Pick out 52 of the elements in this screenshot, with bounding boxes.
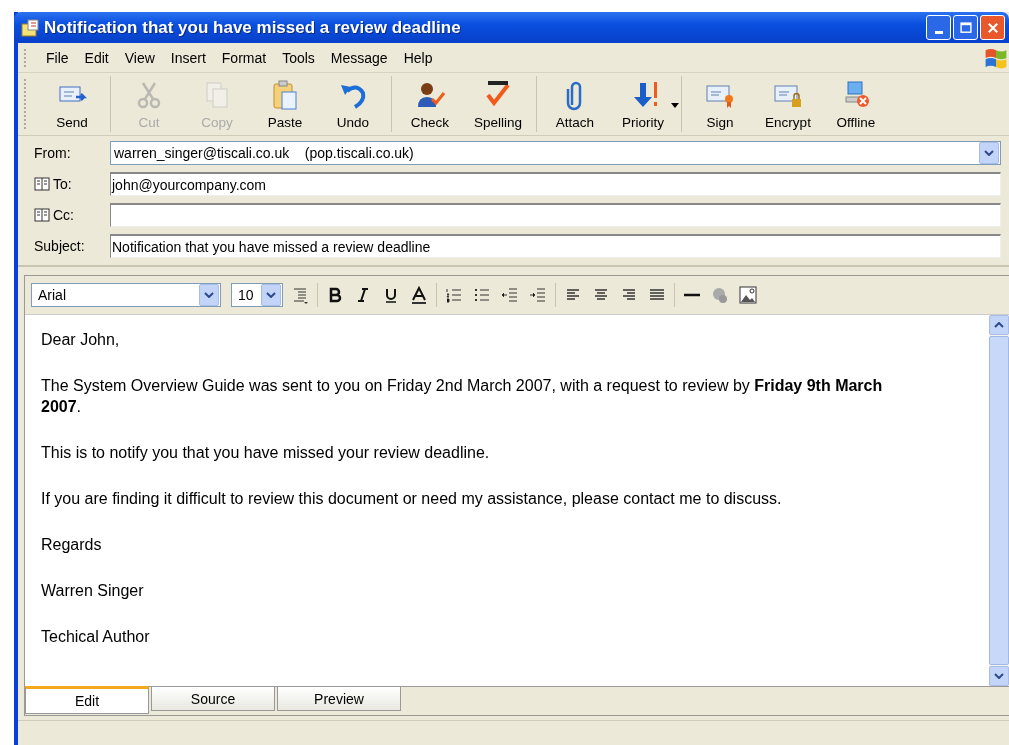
minimize-button[interactable] (926, 15, 951, 40)
spelling-button[interactable]: Spelling (464, 73, 532, 136)
body-paragraph: The System Overview Guide was sent to you on Friday 2nd March 2007, with a request to review by Friday 9th March 2007. (41, 376, 884, 418)
view-tab[interactable]: Source (151, 687, 275, 712)
paste-button[interactable]: Paste (251, 73, 319, 136)
view-tab[interactable]: Preview (277, 687, 401, 712)
offline-button[interactable]: Offline (822, 73, 890, 136)
menu-item[interactable]: Help (395, 49, 441, 66)
address-book-icon (34, 177, 50, 192)
maximize-icon (958, 20, 973, 35)
body-paragraph: If you are finding it difficult to review this document or need my assistance, please contact me to discuss. (41, 489, 783, 510)
scroll-up-button[interactable] (989, 315, 1009, 336)
menu-item[interactable]: Insert (162, 49, 214, 66)
window-title: Notification that you have missed a review deadline (44, 17, 462, 38)
check-button[interactable]: Check (396, 73, 464, 136)
menu-item[interactable]: Edit (76, 49, 117, 66)
body-paragraph: This is to notify you that you have missed your review deadline. (41, 443, 491, 464)
close-button[interactable] (980, 15, 1005, 40)
font-dropdown[interactable]: Arial (31, 283, 221, 308)
scroll-down-button[interactable] (989, 666, 1009, 687)
subject-field[interactable]: Notification that you have missed a review deadline (110, 234, 1001, 259)
encrypt-button[interactable]: Encrypt (754, 73, 822, 136)
attach-button[interactable]: Attach (541, 73, 609, 136)
menu-item[interactable]: File (38, 49, 77, 66)
field-label: Cc: (53, 207, 74, 224)
body-paragraph: Dear John, (41, 330, 121, 351)
caret-up-icon (994, 322, 1004, 329)
field-label: From: (34, 145, 71, 162)
menu-item[interactable]: Tools (274, 49, 323, 66)
body-paragraph: Regards (41, 535, 103, 556)
send-button[interactable]: Send (38, 73, 106, 136)
undo-button[interactable]: Undo (319, 73, 387, 136)
caret-down-icon (994, 673, 1004, 680)
priority-button[interactable]: Priority (609, 73, 677, 136)
font-size-dropdown[interactable]: 10 (231, 283, 283, 308)
maximize-button[interactable] (953, 15, 978, 40)
body-paragraph: Warren Singer (41, 581, 145, 602)
view-tab[interactable]: Edit (25, 686, 149, 715)
menu-item[interactable]: View (116, 49, 163, 66)
body-paragraph: Techical Author (41, 627, 151, 648)
sign-button[interactable]: Sign (686, 73, 754, 136)
address-field[interactable]: john@yourcompany.com (110, 172, 1001, 197)
minimize-icon (934, 30, 943, 34)
image-icon[interactable] (737, 284, 759, 307)
menu-item[interactable]: Format (213, 49, 275, 66)
field-label: To: (53, 176, 72, 193)
menu-item[interactable]: Message (322, 49, 396, 66)
close-icon (985, 20, 1000, 35)
address-book-icon (34, 208, 50, 223)
from-dropdown[interactable]: warren_singer@tiscali.co.uk (pop.tiscali.co.uk) (110, 141, 1001, 166)
field-label: Subject: (34, 238, 85, 255)
address-field[interactable] (110, 203, 1001, 228)
